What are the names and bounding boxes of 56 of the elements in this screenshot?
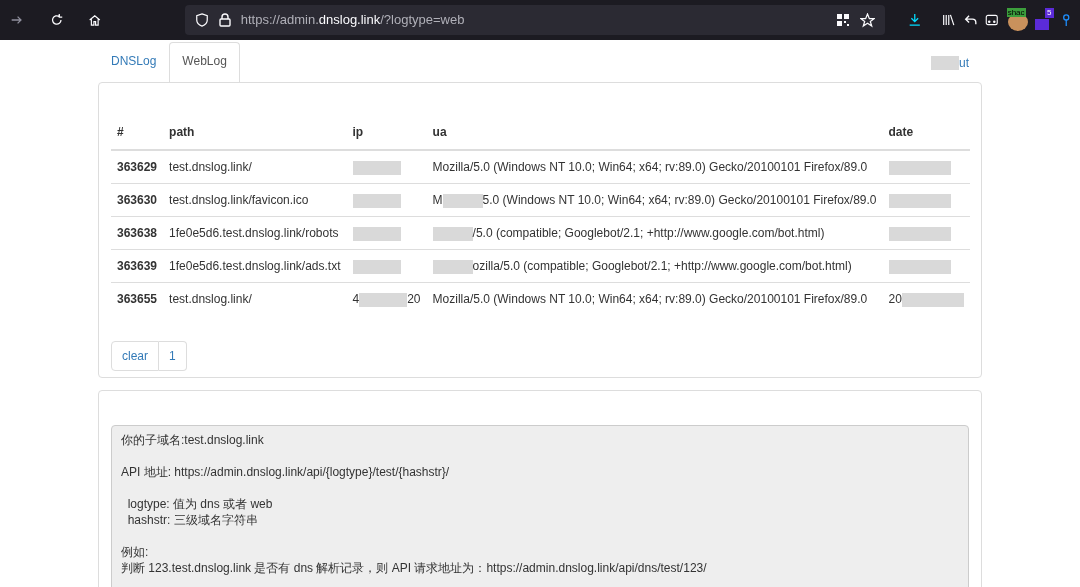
home-icon[interactable] xyxy=(87,12,102,28)
table-cell: test.dnslog.link/favicon.ico xyxy=(163,183,347,217)
url-text: https://admin.dnslog.link/?logtype=web xyxy=(240,11,465,30)
tab[interactable]: WebLog xyxy=(169,42,240,82)
table-cell: 4 20 xyxy=(352,292,421,306)
logout-link[interactable]: ut xyxy=(918,42,982,82)
extension-badge: 5 xyxy=(1045,8,1054,18)
api-info-block: 你的子域名:test.dnslog.link API 地址: https://admin.dnslog.link/api/{logtype}/test/{hashstr}/ logtype: 值为 dns 或者 web hashstr: 三级域名字符串 例如: 判断 123.test.dnslog.link 是否有 dns 解析记录，则 API 请求地址为：https://admin.dnslog.link/api/dns/test/123/ xyxy=(111,425,969,587)
table-cell: ozilla/5.0 (compatible; Googlebot/2.1; +http://www.google.com/bot.html) xyxy=(432,259,852,273)
shield-icon xyxy=(194,13,209,27)
redacted-block xyxy=(931,55,959,70)
redacted-block xyxy=(352,160,401,175)
tab[interactable]: DNSLog xyxy=(98,42,170,82)
table-cell: 363639 xyxy=(111,249,164,283)
sidebar-icon[interactable] xyxy=(985,12,999,28)
redacted-block xyxy=(442,193,483,208)
pagination-link[interactable]: 1 xyxy=(159,341,187,371)
table-cell: M 5.0 (Windows NT 10.0; Win64; x64; rv:89.0) Gecko/20100101 Firefox/89.0 xyxy=(432,193,877,207)
redacted-block xyxy=(888,226,951,241)
redacted-block xyxy=(352,259,401,274)
lock-icon xyxy=(218,13,231,27)
table-cell: test.dnslog.link/ xyxy=(163,282,347,315)
column-header: # xyxy=(111,115,164,150)
column-header: path xyxy=(163,115,347,150)
redacted-block xyxy=(352,193,401,208)
pagination-link[interactable]: clear xyxy=(111,341,159,371)
table-cell: 363629 xyxy=(111,150,164,184)
redacted-block xyxy=(432,226,473,241)
redacted-block xyxy=(888,160,951,175)
table-cell: test.dnslog.link/ xyxy=(163,150,347,184)
address-bar[interactable]: https://admin.dnslog.link/?logtype=web xyxy=(184,5,885,35)
extension-badge: shac xyxy=(1006,8,1026,17)
pin-icon[interactable] xyxy=(1061,12,1070,28)
table-cell: 363655 xyxy=(111,282,164,315)
column-header: ua xyxy=(426,115,883,150)
redacted-block xyxy=(432,259,473,274)
table-cell: 1fe0e5d6.test.dnslog.link/robots xyxy=(163,216,347,250)
redacted-block xyxy=(888,259,951,274)
table-cell: /5.0 (compatible; Googlebot/2.1; +http://www.google.com/bot.html) xyxy=(432,226,825,240)
qr-code-icon[interactable] xyxy=(835,13,850,27)
table-cell: 363638 xyxy=(111,216,164,250)
redacted-block xyxy=(888,193,951,208)
table-cell: 1fe0e5d6.test.dnslog.link/ads.txt xyxy=(163,249,347,283)
redacted-block xyxy=(359,292,408,307)
table-cell: Mozilla/5.0 (Windows NT 10.0; Win64; x64; rv:89.0) Gecko/20100101 Firefox/89.0 xyxy=(432,160,868,174)
star-icon[interactable] xyxy=(859,12,875,28)
column-header: date xyxy=(882,115,970,150)
column-header: ip xyxy=(346,115,427,150)
table-cell: 363630 xyxy=(111,183,164,217)
redacted-block xyxy=(352,226,401,241)
table-cell: 20 xyxy=(888,292,964,306)
redacted-block xyxy=(901,292,964,307)
library-icon[interactable] xyxy=(942,12,956,28)
reload-icon[interactable] xyxy=(49,12,64,28)
table-cell: Mozilla/5.0 (Windows NT 10.0; Win64; x64; rv:89.0) Gecko/20100101 Firefox/89.0 xyxy=(432,292,868,306)
download-icon[interactable] xyxy=(907,12,922,28)
